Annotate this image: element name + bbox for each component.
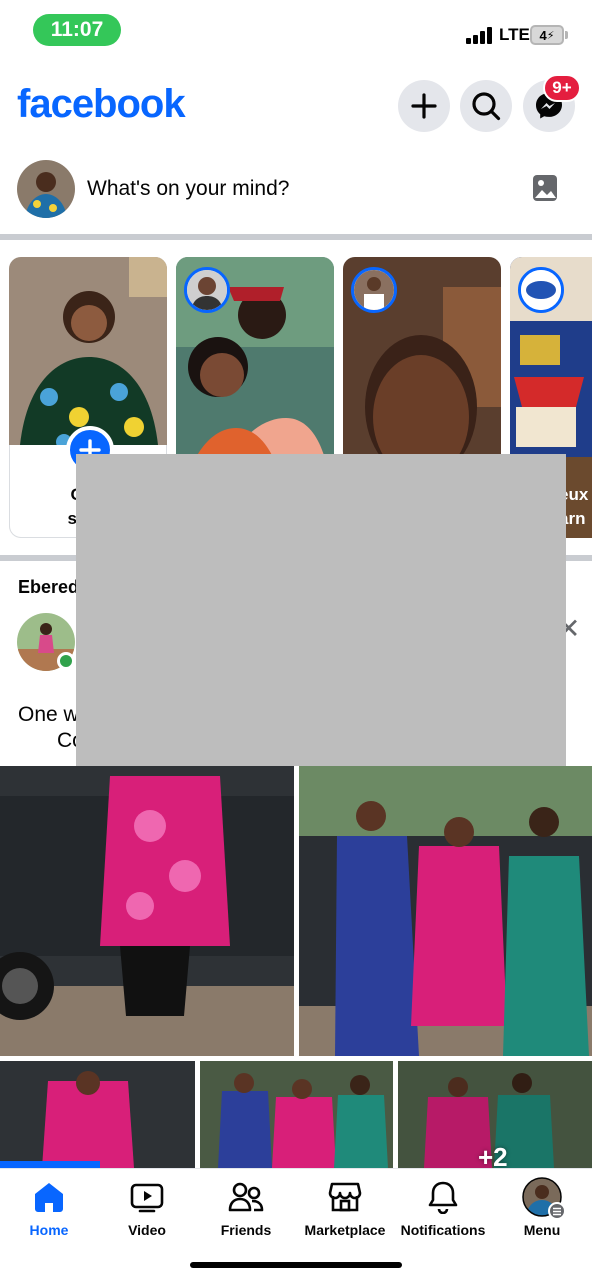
story-avatar — [351, 267, 397, 313]
composer-input[interactable]: What's on your mind? — [87, 177, 289, 201]
network-type: LTE — [499, 25, 530, 44]
battery-cap — [565, 31, 568, 39]
post-photo[interactable] — [0, 766, 294, 1056]
post-author-name[interactable]: Ebered — [18, 577, 79, 598]
home-icon — [35, 1183, 63, 1212]
tab-notifications[interactable]: Notifications — [394, 1180, 492, 1238]
post-photo-image — [200, 1061, 393, 1168]
video-icon — [130, 1183, 164, 1213]
post-photo[interactable] — [299, 766, 592, 1056]
story-avatar — [518, 267, 564, 313]
post-photo-image — [299, 766, 592, 1056]
status-bar: 11:07 LTE 4 ⚡ — [0, 0, 592, 62]
plus-icon — [411, 93, 437, 119]
menu-lines-icon — [548, 1202, 566, 1220]
tab-label: Menu — [523, 1222, 561, 1238]
battery-level: 4 — [539, 27, 547, 43]
online-status-dot — [57, 652, 75, 670]
user-avatar-image — [17, 160, 75, 218]
section-divider — [0, 234, 592, 240]
tab-menu[interactable]: Menu — [493, 1177, 591, 1238]
tab-label: Video — [128, 1222, 166, 1238]
tab-friends[interactable]: Friends — [197, 1180, 295, 1238]
battery-icon: 4 ⚡ — [530, 25, 564, 45]
status-time: 11:07 — [33, 14, 121, 46]
user-avatar[interactable] — [17, 160, 75, 218]
story-avatar — [184, 267, 230, 313]
messenger-badge: 9+ — [543, 74, 581, 102]
photo-button[interactable] — [532, 173, 560, 203]
post-photo[interactable] — [200, 1061, 393, 1168]
tab-home[interactable]: Home — [0, 1180, 98, 1238]
tab-label: Friends — [220, 1222, 272, 1238]
search-button[interactable] — [460, 80, 512, 132]
bell-icon — [428, 1181, 458, 1214]
tab-label: Home — [29, 1222, 69, 1238]
photo-icon — [533, 175, 557, 201]
facebook-logo[interactable]: facebook — [17, 82, 186, 127]
friends-icon — [228, 1182, 264, 1212]
menu-avatar — [522, 1177, 566, 1220]
create-button[interactable] — [398, 80, 450, 132]
overlay-panel — [76, 454, 566, 766]
tab-video[interactable]: Video — [98, 1180, 196, 1238]
tab-label: Marketplace — [304, 1222, 386, 1238]
signal-icon — [466, 26, 494, 44]
tab-label: Notifications — [400, 1222, 486, 1238]
post-photo-image — [0, 1061, 195, 1168]
home-indicator — [190, 1262, 402, 1268]
post-photo-image — [0, 766, 294, 1056]
marketplace-icon — [328, 1182, 362, 1212]
post-photo[interactable] — [0, 1061, 195, 1168]
tab-marketplace[interactable]: Marketplace — [296, 1180, 394, 1238]
search-icon — [472, 92, 501, 121]
